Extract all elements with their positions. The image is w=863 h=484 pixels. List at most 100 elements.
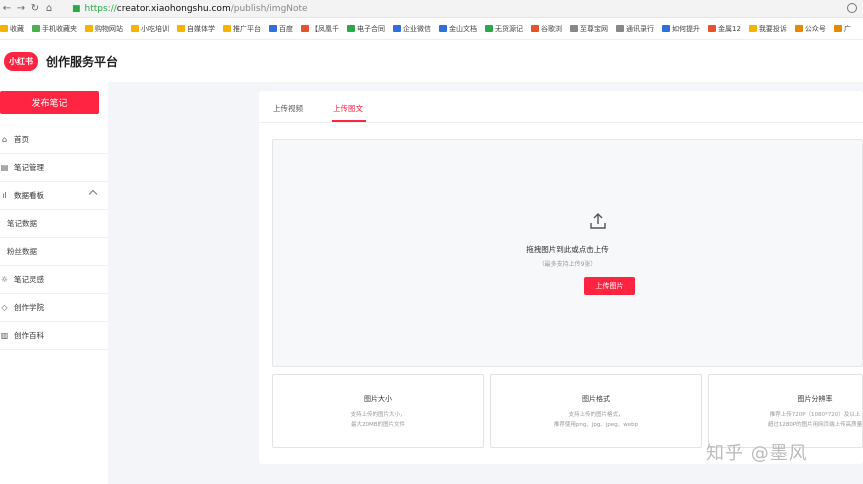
sidebar: 发布笔记 ⌂ 首页 ▤ 笔记管理 ıl 数据看板笔记数据粉丝数据 ☼ 笔记灵感 ◇ 创作学院 ▥ 创作… bbox=[0, 82, 108, 484]
bookmark-icon bbox=[833, 25, 842, 32]
bookmark-icon bbox=[439, 25, 447, 32]
bookmark-icon bbox=[32, 25, 40, 32]
info-card-title: 图片格式 bbox=[582, 395, 610, 403]
tab-upload-video[interactable]: 上传视频 bbox=[273, 103, 303, 114]
bookmark-label: 如何提升 bbox=[672, 24, 700, 33]
bookmark-icon bbox=[131, 25, 139, 32]
sidebar-item-label: 首页 bbox=[14, 135, 29, 144]
info-card-line: 支持上传的图片大小， bbox=[350, 412, 406, 418]
sidebar-item-label: 笔记管理 bbox=[14, 163, 44, 172]
bookmark-item[interactable]: 自媒体学 bbox=[177, 24, 215, 34]
bookmark-label: 公众号 bbox=[804, 24, 826, 33]
sidebar-item[interactable]: ◇ 创作学院 bbox=[0, 294, 108, 322]
bookmark-icon bbox=[485, 25, 493, 32]
chevron-up-icon[interactable] bbox=[88, 189, 98, 199]
bookmark-item[interactable]: 手机收藏夹 bbox=[32, 24, 77, 34]
bookmark-icon bbox=[301, 25, 309, 32]
active-tab-indicator bbox=[332, 120, 366, 122]
bookmark-item[interactable]: 小吃培训 bbox=[131, 24, 169, 34]
sidebar-item[interactable]: 粉丝数据 bbox=[0, 238, 108, 266]
bookmark-item[interactable]: 无货源记 bbox=[485, 24, 523, 34]
image-dropzone[interactable]: 拖拽图片到此或点击上传 （最多支持上传9张） 上传图片 bbox=[272, 139, 863, 367]
bookmark-label: 手机收藏夹 bbox=[42, 24, 77, 33]
upload-card: 上传视频 上传图文 拖拽图片到此或点击上传 （最多支持上传9张） 上传图片 图片… bbox=[259, 91, 863, 464]
bookmark-label: 推广平台 bbox=[233, 24, 261, 33]
bookmark-label: 收藏 bbox=[10, 24, 24, 33]
url-scheme: https:// bbox=[84, 3, 117, 14]
info-card-line: 推荐上传720P（1080*720）及以上 bbox=[769, 412, 861, 418]
sidebar-item-label: 笔记数据 bbox=[7, 219, 37, 228]
bookmark-label: 【凤凰千 bbox=[311, 24, 339, 33]
chart-icon: ıl bbox=[2, 191, 7, 200]
home-icon[interactable]: ⌂ bbox=[42, 3, 56, 14]
info-card-size: 图片大小 支持上传的图片大小， 最大20MB的图片文件 bbox=[272, 374, 484, 448]
info-card-line: 推荐使用png、jpg、jpeg、webp bbox=[553, 422, 639, 428]
bookmark-label: 至尊宝网 bbox=[580, 24, 608, 33]
lock-icon: ■ bbox=[72, 3, 81, 14]
bookmark-label: 电子合同 bbox=[357, 24, 385, 33]
bookmark-icon bbox=[748, 25, 757, 32]
bookmark-icon bbox=[570, 25, 578, 32]
bookmark-item[interactable]: 我要投诉 bbox=[748, 24, 787, 34]
url-path: /publish/imgNote bbox=[230, 3, 308, 14]
browser-menu-icon[interactable] bbox=[847, 3, 857, 13]
bookmark-item[interactable]: 百度 bbox=[269, 24, 293, 34]
bookmark-icon bbox=[708, 25, 716, 32]
info-card-title: 图片大小 bbox=[364, 395, 392, 403]
bookmark-icon bbox=[393, 25, 401, 32]
bookmark-item[interactable]: 通讯录行 bbox=[616, 24, 654, 34]
bookmark-item[interactable]: 【凤凰千 bbox=[301, 24, 339, 34]
sidebar-item[interactable]: ☼ 笔记灵感 bbox=[0, 266, 108, 294]
xiaohongshu-logo[interactable]: 小红书 bbox=[4, 51, 38, 71]
note-icon: ▤ bbox=[0, 163, 9, 172]
bookmark-label: 金属12 bbox=[718, 24, 741, 33]
bookmark-label: 百度 bbox=[279, 24, 293, 33]
back-icon[interactable]: ← bbox=[0, 3, 14, 14]
upload-tabs: 上传视频 上传图文 bbox=[259, 91, 863, 123]
bookmark-item[interactable]: 谷歌浏 bbox=[531, 24, 562, 34]
bookmark-label: 金山文档 bbox=[449, 24, 477, 33]
bookmark-item[interactable]: 如何提升 bbox=[662, 24, 700, 34]
publish-note-button[interactable]: 发布笔记 bbox=[0, 91, 99, 114]
home-icon: ⌂ bbox=[1, 135, 8, 144]
bookmark-icon bbox=[223, 25, 231, 32]
bookmark-item[interactable]: 推广平台 bbox=[223, 24, 261, 34]
bookmark-item[interactable]: 金属12 bbox=[708, 24, 741, 34]
sidebar-item[interactable]: ıl 数据看板 bbox=[0, 182, 108, 210]
bookmark-label: 自媒体学 bbox=[187, 24, 215, 33]
reload-icon[interactable]: ↻ bbox=[28, 3, 42, 14]
book-icon: ▥ bbox=[0, 331, 9, 340]
bookmark-label: 通讯录行 bbox=[626, 24, 654, 33]
browser-address-bar: ← → ↻ ⌂ ■ https:// creator.xiaohongshu.c… bbox=[0, 0, 863, 18]
bookmark-label: 广 bbox=[843, 24, 851, 33]
bookmarks-bar: 收藏 手机收藏夹 购物网站 小吃培训 自媒体学 推广平台 百度 【凤凰千 电子合同 企业微信 金山文… bbox=[0, 18, 863, 40]
info-card-line: 超过1280P的图片用网页端上传高质量 bbox=[767, 422, 863, 428]
bookmark-icon bbox=[794, 25, 803, 32]
tab-upload-image-text[interactable]: 上传图文 bbox=[333, 103, 363, 114]
url-field[interactable]: ■ https:// creator.xiaohongshu.com /publ… bbox=[72, 2, 308, 16]
bookmark-item[interactable]: 收藏 bbox=[0, 24, 24, 34]
sidebar-item[interactable]: ▤ 笔记管理 bbox=[0, 154, 108, 182]
bookmark-icon bbox=[616, 25, 624, 32]
bookmark-item[interactable]: 企业微信 bbox=[393, 24, 431, 34]
dropzone-title: 拖拽图片到此或点击上传 bbox=[526, 245, 609, 254]
info-card-line: 支持上传的图片格式， bbox=[568, 412, 624, 418]
dropzone-subtitle: （最多支持上传9张） bbox=[538, 261, 597, 268]
bookmark-item[interactable]: 公众号 bbox=[794, 24, 826, 34]
academy-icon: ◇ bbox=[1, 303, 8, 312]
sidebar-item-label: 粉丝数据 bbox=[7, 247, 37, 256]
sidebar-item[interactable]: 笔记数据 bbox=[0, 210, 108, 238]
upload-image-button[interactable]: 上传图片 bbox=[584, 277, 635, 295]
info-card-format: 图片格式 支持上传的图片格式， 推荐使用png、jpg、jpeg、webp bbox=[490, 374, 702, 448]
sidebar-item[interactable]: ⌂ 首页 bbox=[0, 126, 108, 154]
bookmark-icon bbox=[177, 25, 185, 32]
sidebar-item[interactable]: ▥ 创作百科 bbox=[0, 322, 108, 350]
bookmark-item[interactable]: 金山文档 bbox=[439, 24, 477, 34]
bookmark-item[interactable]: 购物网站 bbox=[85, 24, 123, 34]
bookmark-item[interactable]: 广 bbox=[833, 24, 851, 34]
sidebar-item-label: 笔记灵感 bbox=[14, 275, 44, 284]
bookmark-item[interactable]: 至尊宝网 bbox=[570, 24, 608, 34]
bookmark-item[interactable]: 电子合同 bbox=[347, 24, 385, 34]
bookmark-label: 企业微信 bbox=[403, 24, 431, 33]
forward-icon[interactable]: → bbox=[14, 3, 28, 14]
